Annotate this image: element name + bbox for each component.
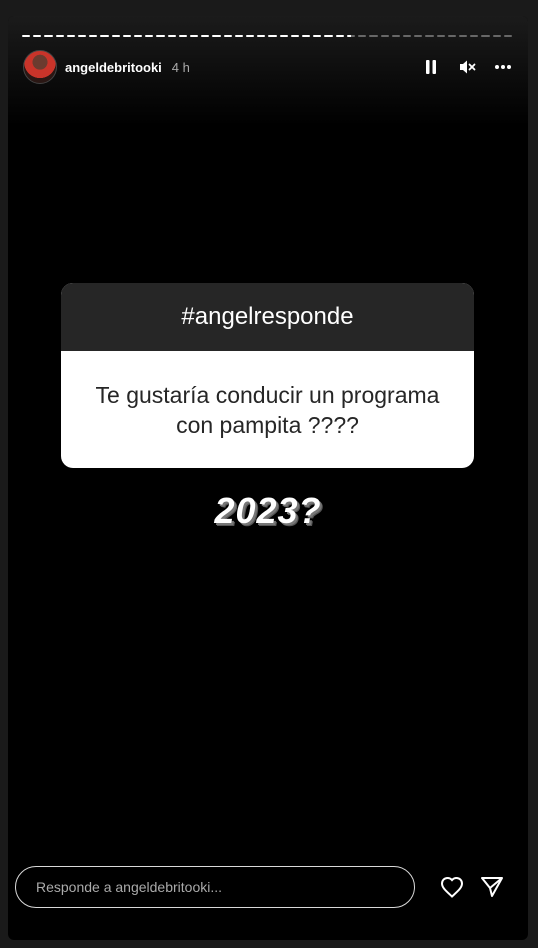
story-progress-segment <box>470 35 479 37</box>
story-progress-segment <box>145 35 154 37</box>
story-progress-segment <box>425 35 434 37</box>
question-sticker-header: #angelresponde <box>61 283 474 351</box>
heart-icon[interactable] <box>439 874 465 900</box>
username[interactable]: angeldebritooki <box>65 60 162 75</box>
pause-icon[interactable] <box>421 57 441 77</box>
story-progress-segment <box>290 35 300 37</box>
reply-placeholder: Responde a angeldebritooki... <box>36 879 223 895</box>
question-sticker-text: Te gustaría conducir un programa con pam… <box>95 381 440 438</box>
story-progress-segment <box>78 35 87 37</box>
story-progress-segment <box>89 35 98 37</box>
story-progress-segment <box>201 35 210 37</box>
story-progress-segment <box>481 35 490 37</box>
send-icon[interactable] <box>479 874 505 900</box>
story-progress-segment <box>324 35 333 37</box>
story-progress-segment <box>223 35 232 37</box>
story-progress-segment <box>369 35 378 37</box>
story-progress-segment <box>55 35 64 37</box>
story-progress-segment <box>111 35 120 37</box>
time-ago: 4 h <box>171 59 190 75</box>
question-sticker: #angelresponde Te gustaría conducir un p… <box>61 283 474 468</box>
story-progress-segment <box>391 35 400 37</box>
story-progress-segment <box>122 35 132 37</box>
story-progress-segment <box>178 35 188 37</box>
story-progress-segment <box>33 35 42 37</box>
story-progress-segment <box>358 35 367 37</box>
story-progress-segment <box>335 35 344 37</box>
story-progress-segment <box>257 35 266 37</box>
story-progress-segment <box>380 35 389 37</box>
story-progress-segment <box>436 35 445 37</box>
story-progress-segment <box>100 35 109 37</box>
story-viewer[interactable]: angeldebritooki 4 h #angelresponde Te gu… <box>8 16 528 940</box>
story-progress-segment <box>492 35 501 37</box>
story-progress-segment <box>447 35 456 37</box>
story-progress-segment <box>414 35 423 37</box>
story-progress-segment <box>346 35 356 37</box>
story-progress-segment <box>22 35 31 37</box>
avatar[interactable] <box>23 50 57 84</box>
reply-input[interactable]: Responde a angeldebritooki... <box>15 866 415 908</box>
story-header: angeldebritooki 4 h <box>23 50 513 84</box>
story-progress-segment <box>234 35 244 37</box>
story-controls <box>421 57 513 77</box>
story-progress-segment <box>167 35 176 37</box>
story-progress-segment <box>402 35 412 37</box>
overlay-text: 2023? <box>214 490 322 531</box>
story-progress-segment <box>212 35 221 37</box>
more-horizontal-icon[interactable] <box>493 57 513 77</box>
story-progress-segment <box>246 35 255 37</box>
story-progress-segment <box>66 35 76 37</box>
story-progress-segment <box>44 35 53 37</box>
story-progress-segment <box>156 35 165 37</box>
story-progress-segment <box>134 35 143 37</box>
story-progress-segment <box>458 35 468 37</box>
story-progress-segment <box>302 35 311 37</box>
story-progress-bar <box>22 35 512 38</box>
story-progress-segment <box>190 35 199 37</box>
story-progress-segment <box>279 35 288 37</box>
story-progress-segment <box>503 35 512 37</box>
story-progress-segment <box>313 35 322 37</box>
story-progress-segment <box>268 35 277 37</box>
speaker-muted-icon[interactable] <box>457 57 477 77</box>
